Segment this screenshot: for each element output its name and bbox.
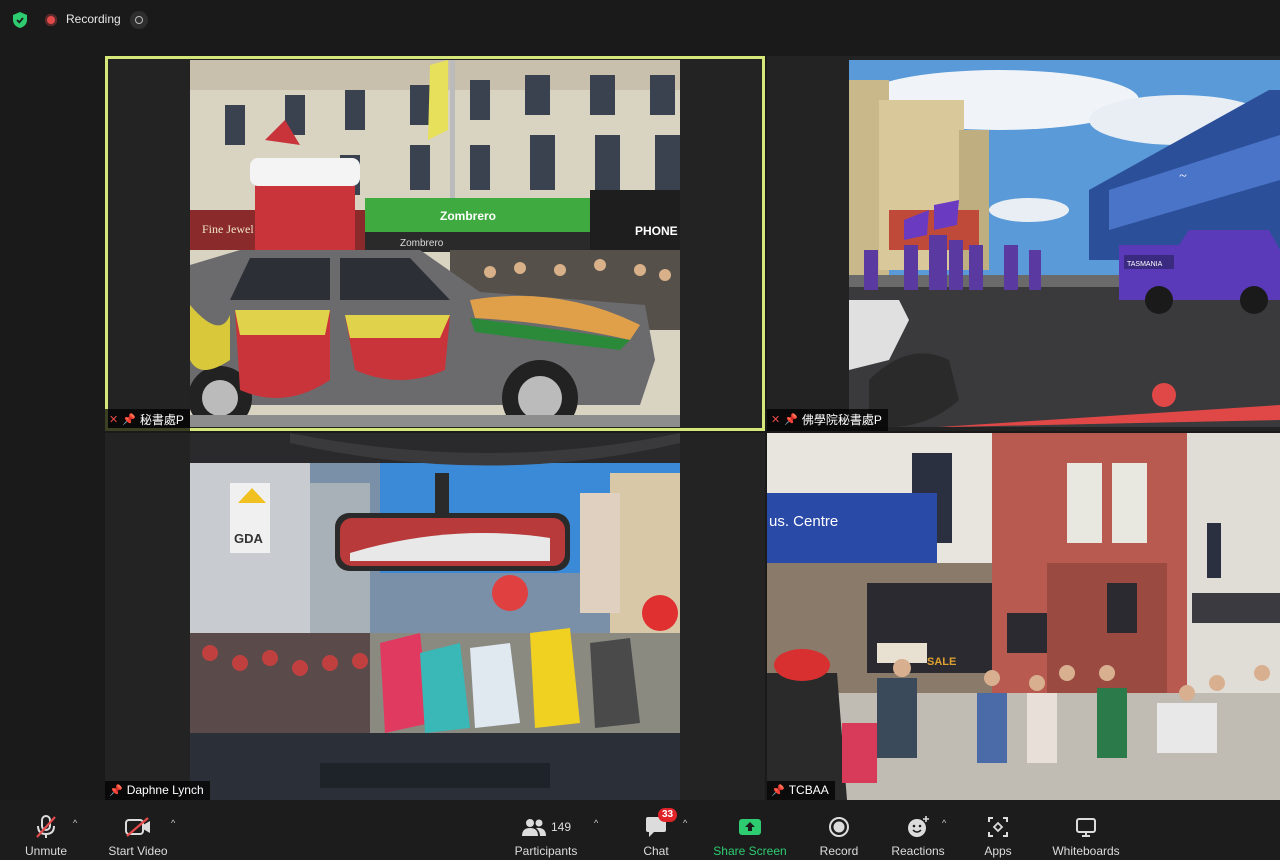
video-feed-1: Fine Jewel Zombrero Zombrero PHONE: [190, 60, 680, 427]
video-tile-2[interactable]: ~ TASMANIA ✕ 📌 佛學院秘書處P: [767, 56, 1280, 431]
reactions-icon: [908, 816, 929, 837]
chat-unread-badge: 33: [658, 808, 678, 822]
participants-label: Participants: [514, 844, 578, 858]
participants-button[interactable]: 149 Participants: [510, 800, 582, 860]
participant-name-tag: 📌 Daphne Lynch: [105, 781, 210, 800]
sale-sign-text: SALE: [927, 656, 956, 668]
participants-count: 149: [550, 820, 572, 834]
shop-sign-text: Zombrero: [400, 238, 444, 249]
whiteboards-button[interactable]: Whiteboards: [1046, 800, 1126, 860]
participant-name-tag: ✕ 📌 秘書處P: [105, 409, 190, 431]
video-feed-2: ~ TASMANIA: [849, 60, 1280, 427]
pin-icon: 📌: [771, 784, 785, 797]
audio-options-chevron-icon[interactable]: ^: [73, 818, 77, 828]
muted-mic-icon: ✕: [771, 414, 781, 426]
start-video-label: Start Video: [108, 844, 168, 858]
muted-microphone-icon: [36, 815, 56, 838]
apps-label: Apps: [984, 844, 1012, 858]
store-sign-text: GDA: [234, 531, 264, 546]
whiteboards-label: Whiteboards: [1052, 844, 1120, 858]
participant-name: 佛學院秘書處P: [801, 413, 882, 427]
pin-icon: 📌: [784, 414, 798, 426]
record-icon: [829, 817, 849, 837]
truck-text: TASMANIA: [1127, 261, 1163, 268]
video-tile-1[interactable]: Fine Jewel Zombrero Zombrero PHONE ✕ 📌 秘…: [105, 56, 765, 431]
pin-icon: 📌: [109, 784, 123, 797]
reactions-label: Reactions: [891, 844, 945, 858]
video-tile-4[interactable]: us. Centre SALE 📌 TCBAA: [767, 433, 1280, 800]
meeting-toolbar: Unmute ^ Start Video ^ 149 Participants …: [0, 800, 1280, 860]
apps-button[interactable]: Apps: [976, 800, 1020, 860]
participant-name: Daphne Lynch: [126, 783, 204, 797]
share-screen-icon: [739, 819, 761, 835]
video-options-chevron-icon[interactable]: ^: [171, 818, 175, 828]
video-off-icon: [125, 817, 150, 837]
participant-name: 秘書處P: [139, 413, 184, 427]
chat-label: Chat: [643, 844, 669, 858]
start-video-button[interactable]: Start Video: [104, 800, 172, 860]
video-tile-3[interactable]: GDA 📌 Daphne Lynch: [105, 433, 765, 800]
chat-button[interactable]: 33 Chat: [636, 800, 678, 860]
muted-mic-icon: ✕: [109, 414, 119, 426]
pin-icon: 📌: [122, 414, 136, 426]
whiteboard-icon: [1076, 818, 1096, 837]
video-feed-3: GDA: [190, 433, 680, 800]
participants-options-chevron-icon[interactable]: ^: [594, 818, 598, 828]
participant-name-tag: 📌 TCBAA: [767, 781, 835, 800]
reactions-button[interactable]: Reactions: [888, 800, 948, 860]
shop-sign-text: Zombrero: [440, 209, 496, 223]
participants-icon: [521, 819, 546, 836]
record-label: Record: [819, 844, 859, 858]
chat-options-chevron-icon[interactable]: ^: [683, 818, 687, 828]
share-screen-button[interactable]: Share Screen: [708, 800, 792, 860]
centre-sign-text: us. Centre: [769, 513, 838, 530]
top-bar: Recording: [0, 0, 1280, 40]
unmute-button[interactable]: Unmute: [16, 800, 76, 860]
shop-sign-text: Fine Jewel: [202, 222, 254, 236]
unmute-label: Unmute: [24, 844, 68, 858]
recording-label: Recording: [66, 12, 121, 26]
apps-icon: [988, 817, 1008, 837]
record-button[interactable]: Record: [812, 800, 866, 860]
participant-name: TCBAA: [788, 783, 829, 797]
record-dot-icon: [45, 14, 57, 26]
reactions-options-chevron-icon[interactable]: ^: [942, 818, 946, 828]
building-sign-icon: ~: [1179, 169, 1187, 184]
record-control-icon[interactable]: [130, 11, 148, 29]
shop-sign-text: PHONE: [635, 224, 678, 238]
share-screen-label: Share Screen: [713, 844, 787, 858]
shield-icon[interactable]: [12, 11, 28, 29]
participant-name-tag: ✕ 📌 佛學院秘書處P: [767, 409, 888, 431]
video-feed-4: us. Centre SALE: [767, 433, 1280, 800]
